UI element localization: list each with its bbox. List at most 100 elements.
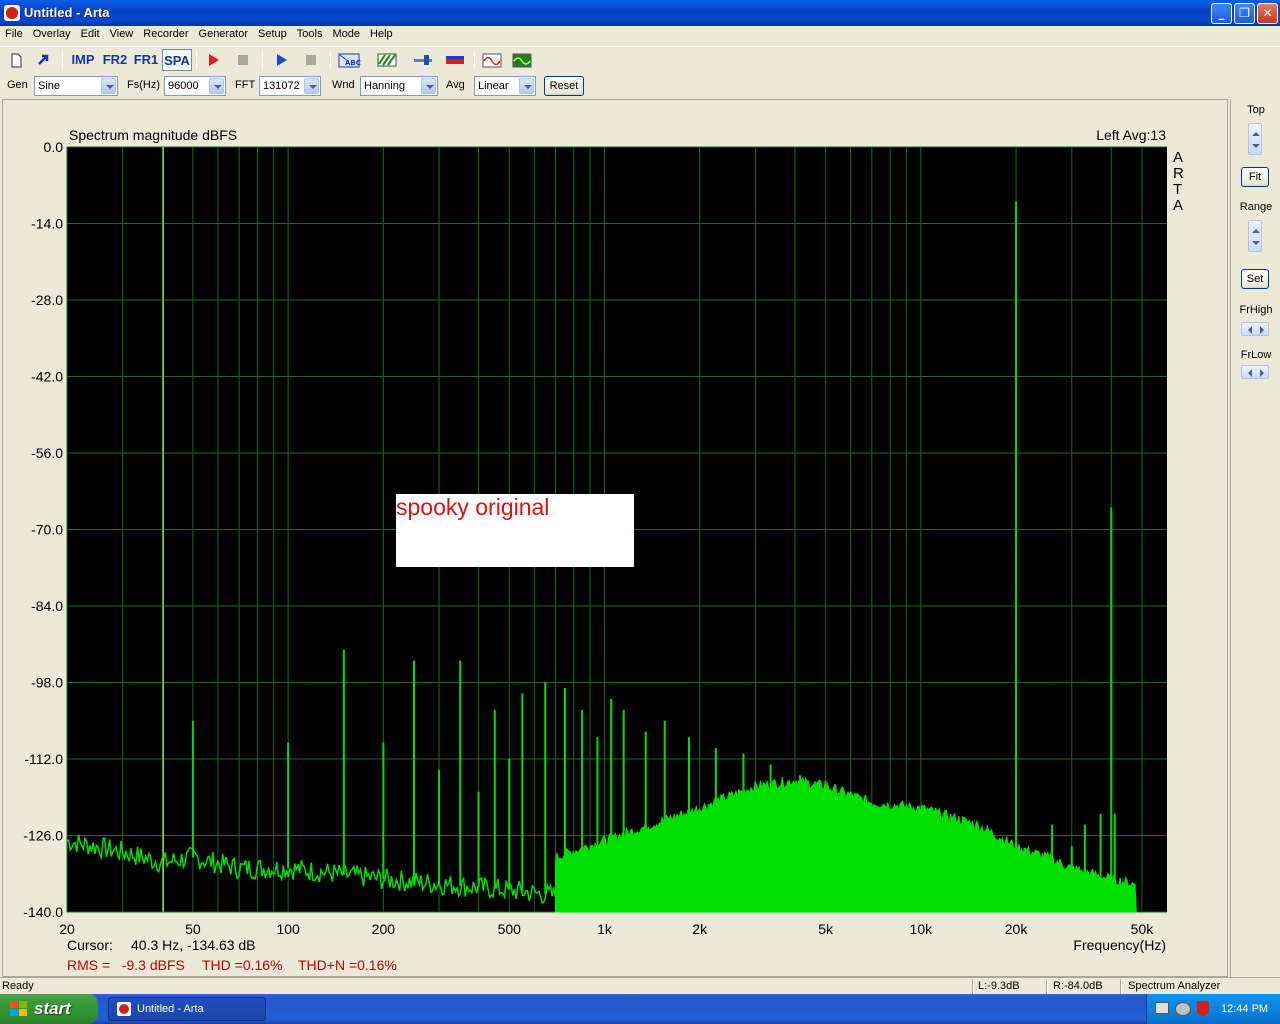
arta-app-icon: [4, 5, 20, 21]
sine-wave-icon: [482, 53, 502, 68]
generator-stop-button[interactable]: [300, 49, 322, 71]
windows-taskbar: start Untitled - Arta 12:44 PM: [0, 994, 1280, 1024]
menu-edit[interactable]: Edit: [76, 26, 105, 40]
open-button[interactable]: [32, 49, 54, 71]
arrow-icon: [38, 54, 49, 65]
arta-app-icon: [117, 1002, 131, 1016]
x-tick-label: 50: [185, 921, 201, 937]
spa-mode-button[interactable]: SPA: [162, 49, 192, 71]
x-tick-label: 1k: [597, 921, 613, 937]
windows-logo-icon: [10, 1001, 28, 1017]
set-button[interactable]: Set: [1241, 269, 1269, 289]
cursor-label: Cursor:: [67, 937, 113, 953]
status-mode: Spectrum Analyzer: [1128, 980, 1221, 992]
chart-title: Spectrum magnitude dBFS: [69, 127, 237, 143]
stop-icon: [306, 55, 316, 65]
record-button[interactable]: [202, 49, 224, 71]
y-tick-label: -140.0: [23, 904, 63, 920]
menu-mode[interactable]: Mode: [327, 26, 365, 40]
wnd-label: Wnd: [332, 79, 355, 91]
cursor-readout: 40.3 Hz, -134.63 dB: [131, 937, 256, 953]
spectrum-view-button[interactable]: [510, 49, 534, 71]
menu-bar: File Overlay Edit View Recorder Generator Setu…: [0, 26, 1280, 45]
range-label: Range: [1239, 201, 1273, 213]
start-button[interactable]: start: [0, 994, 98, 1024]
menu-tools[interactable]: Tools: [292, 26, 328, 40]
y-tick-label: -70.0: [31, 522, 63, 538]
clock: 12:44 PM: [1221, 1003, 1269, 1015]
spectrum-color-button[interactable]: [442, 49, 468, 71]
menu-file[interactable]: File: [0, 26, 28, 40]
stop-button[interactable]: [232, 49, 254, 71]
status-level-right: R:-84.0dB: [1053, 980, 1103, 992]
rms-readout: RMS = -9.3 dBFS: [67, 957, 185, 973]
network-icon[interactable]: [1155, 1002, 1169, 1014]
y-tick-label: -84.0: [31, 598, 63, 614]
scope-button[interactable]: [480, 49, 504, 71]
avg-label: Avg: [446, 79, 465, 91]
slider-button[interactable]: [410, 49, 436, 71]
menu-recorder[interactable]: Recorder: [138, 26, 193, 40]
sample-rate-select[interactable]: 96000: [164, 76, 226, 96]
y-tick-label: -126.0: [23, 828, 63, 844]
new-file-button[interactable]: [6, 49, 26, 71]
x-tick-label: 100: [276, 921, 300, 937]
abc-icon: ABC: [338, 53, 361, 68]
y-tick-label: -14.0: [31, 216, 63, 232]
window-title: Untitled - Arta: [24, 5, 110, 20]
svg-text:ABC: ABC: [345, 59, 361, 67]
minimize-button[interactable]: _: [1211, 3, 1232, 24]
annotation-box[interactable]: spooky original: [396, 494, 634, 567]
system-tray: 12:44 PM: [1146, 994, 1280, 1024]
taskbar-item-arta[interactable]: Untitled - Arta: [108, 997, 266, 1021]
annotation-text: spooky original: [396, 494, 550, 520]
top-spinner[interactable]: [1248, 123, 1262, 155]
arta-watermark: ARTA: [1173, 149, 1184, 214]
y-tick-label: -56.0: [31, 445, 63, 461]
x-tick-label: 200: [372, 921, 396, 937]
grid-button[interactable]: [374, 49, 400, 71]
x-axis-label: Frequency(Hz): [1073, 937, 1166, 953]
menu-generator[interactable]: Generator: [194, 26, 254, 40]
antivirus-icon[interactable]: [1175, 1002, 1191, 1016]
new-file-icon: [11, 53, 22, 68]
chevron-down-icon: [304, 78, 319, 94]
y-tick-label: -112.0: [24, 751, 63, 767]
generator-play-button[interactable]: [270, 49, 292, 71]
abc-button[interactable]: ABC: [336, 49, 362, 71]
fr1-mode-button[interactable]: FR1: [132, 49, 160, 71]
chevron-down-icon: [101, 78, 116, 94]
close-button[interactable]: ✕: [1257, 3, 1278, 24]
menu-setup[interactable]: Setup: [253, 26, 292, 40]
up-down-arrows-icon: [1252, 229, 1260, 245]
main-toolbar: IMP FR2 FR1 SPA ABC: [0, 46, 1280, 72]
averaging-select[interactable]: Linear: [474, 76, 536, 96]
fs-label: Fs(Hz): [127, 79, 160, 91]
fit-button[interactable]: Fit: [1241, 167, 1269, 187]
generator-select[interactable]: Sine: [34, 76, 118, 96]
fft-size-select[interactable]: 131072: [259, 76, 321, 96]
taskbar-item-label: Untitled - Arta: [137, 1003, 204, 1015]
range-spinner[interactable]: [1248, 220, 1262, 252]
reset-button[interactable]: Reset: [544, 76, 584, 96]
security-shield-icon[interactable]: [1197, 1001, 1209, 1016]
fr2-mode-button[interactable]: FR2: [100, 49, 130, 71]
sample-rate-value: 96000: [168, 80, 199, 92]
frlow-spinner[interactable]: [1241, 365, 1269, 379]
restore-button[interactable]: ❐: [1234, 3, 1255, 24]
status-bar: Ready L:-9.3dB R:-84.0dB Spectrum Analyz…: [0, 977, 1280, 994]
window-titlebar[interactable]: Untitled - Arta _ ❐ ✕: [0, 0, 1280, 26]
x-tick-label: 50k: [1131, 921, 1155, 937]
chevron-down-icon: [209, 78, 224, 94]
window-select[interactable]: Hanning: [360, 76, 438, 96]
toolbar-separator: [62, 51, 63, 69]
menu-help[interactable]: Help: [365, 26, 398, 40]
left-right-arrows-icon: [1248, 326, 1264, 334]
frhigh-spinner[interactable]: [1241, 322, 1269, 336]
window-value: Hanning: [364, 80, 405, 92]
menu-overlay[interactable]: Overlay: [28, 26, 76, 40]
imp-mode-button[interactable]: IMP: [68, 49, 98, 71]
x-tick-label: 20k: [1005, 921, 1029, 937]
menu-view[interactable]: View: [105, 26, 139, 40]
x-axis-ticks: 20 50 100 200 500 1k 2k 5k 10k 20k 50k: [59, 921, 1154, 937]
